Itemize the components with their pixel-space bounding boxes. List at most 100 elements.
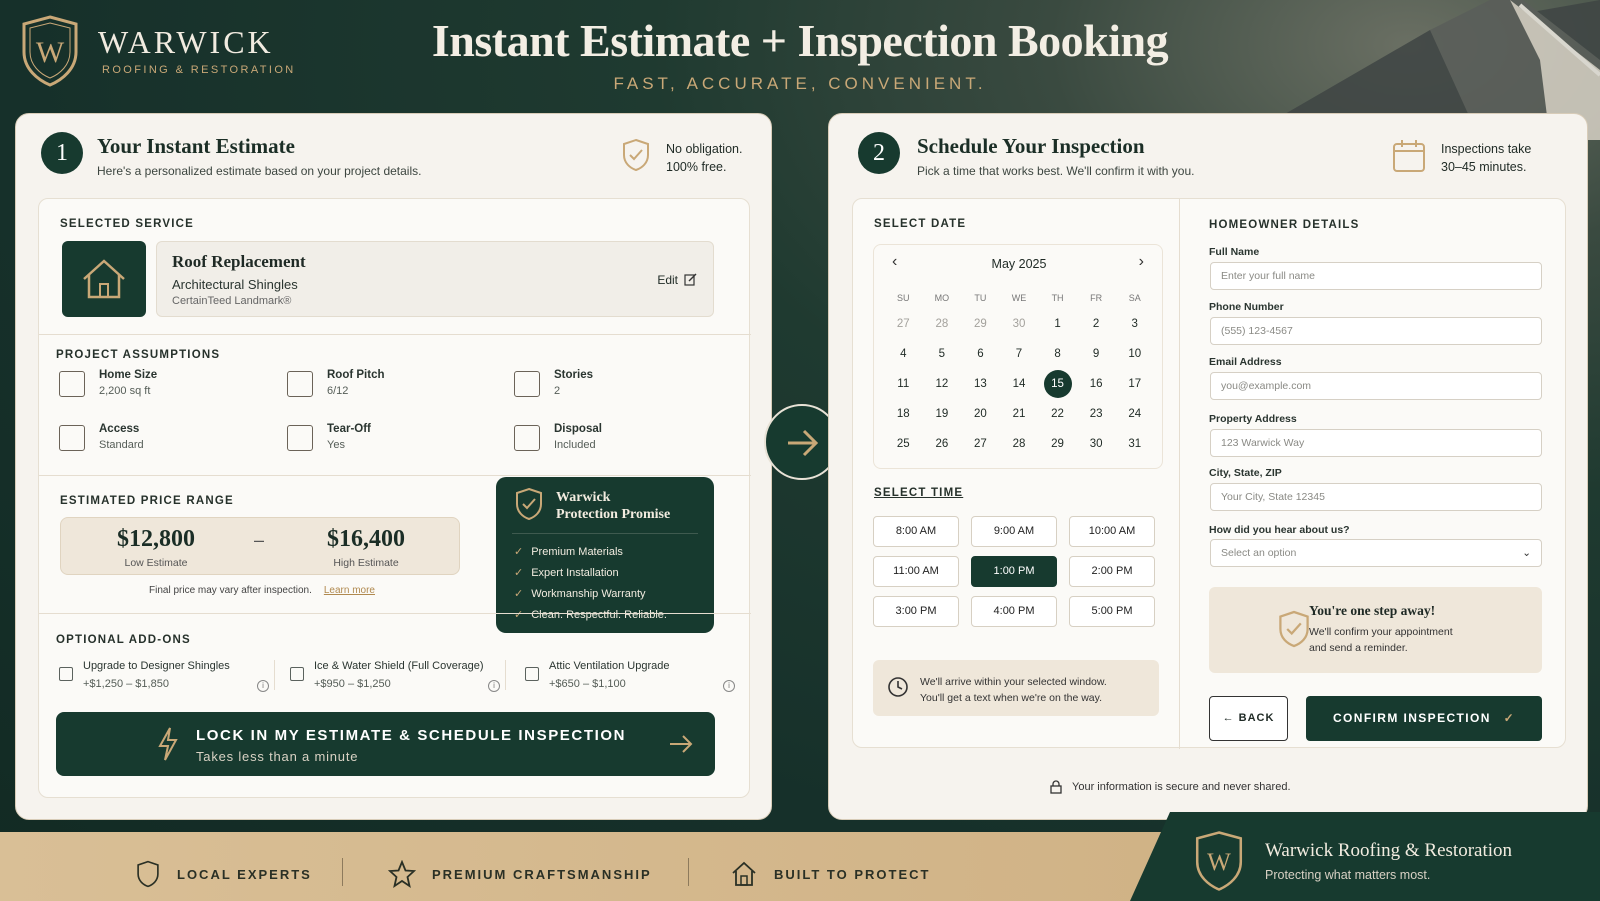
assumption-value: Standard (99, 439, 144, 451)
addon-checkbox[interactable] (290, 667, 304, 681)
time-slot[interactable]: 2:00 PM (1069, 556, 1155, 587)
day-number: 25 (896, 438, 910, 450)
day-number: 30 (1089, 438, 1103, 450)
calendar-day[interactable]: 13 (961, 369, 1000, 399)
edit-label: Edit (657, 273, 678, 287)
day-number: 10 (1128, 348, 1142, 360)
calendar-day[interactable]: 30 (1000, 309, 1039, 339)
day-number: 14 (1012, 378, 1026, 390)
price-range-label: ESTIMATED PRICE RANGE (60, 495, 234, 507)
addon-checkbox[interactable] (525, 667, 539, 681)
form-input[interactable]: 123 Warwick Way (1210, 429, 1542, 457)
form-input[interactable]: (555) 123-4567 (1210, 317, 1542, 345)
learn-more-link[interactable]: Learn more (324, 585, 375, 596)
info-icon[interactable]: i (723, 680, 735, 692)
addon-item[interactable]: Ice & Water Shield (Full Coverage) +$950 … (290, 660, 500, 692)
calendar-day[interactable]: 10 (1115, 339, 1154, 369)
info-icon[interactable]: i (257, 680, 269, 692)
day-number: 1 (1054, 318, 1061, 330)
calendar-day[interactable]: 11 (884, 369, 923, 399)
addon-title: Upgrade to Designer Shingles (83, 660, 230, 672)
confirm-inspection-button[interactable]: CONFIRM INSPECTION ✓ (1306, 696, 1542, 741)
time-slot[interactable]: 4:00 PM (971, 596, 1057, 627)
addon-text: Attic Ventilation Upgrade +$650 – $1,100 (549, 660, 669, 690)
calendar-day[interactable]: 18 (884, 399, 923, 429)
calendar-day[interactable]: 3 (1115, 309, 1154, 339)
addon-item[interactable]: Attic Ventilation Upgrade +$650 – $1,100 i (525, 660, 735, 692)
calendar-day[interactable]: 28 (923, 309, 962, 339)
calendar-day[interactable]: 31 (1115, 429, 1154, 459)
info-icon[interactable]: i (488, 680, 500, 692)
day-number: 23 (1089, 408, 1103, 420)
obligation-line1: No obligation. (666, 142, 743, 156)
calendar-day[interactable]: 9 (1077, 339, 1116, 369)
trust-local-experts: LOCAL EXPERTS (135, 860, 312, 888)
assumption-text: Tear-Off Yes (327, 423, 371, 451)
calendar-day[interactable]: 12 (923, 369, 962, 399)
assumption-value: 2 (554, 385, 561, 397)
time-slot[interactable]: 5:00 PM (1069, 596, 1155, 627)
calendar-day[interactable]: 1 (1038, 309, 1077, 339)
lock-estimate-button[interactable]: LOCK IN MY ESTIMATE & SCHEDULE INSPECTIO… (56, 712, 715, 776)
time-slot[interactable]: 3:00 PM (873, 596, 959, 627)
next-month-button[interactable]: › (1139, 253, 1144, 271)
promise-shield-icon (516, 487, 542, 521)
selected-service-label: SELECTED SERVICE (60, 218, 195, 230)
assumption-name: Home Size (99, 369, 158, 381)
calendar-day[interactable]: 23 (1077, 399, 1116, 429)
form-input[interactable]: Enter your full name (1210, 262, 1542, 290)
addon-checkbox[interactable] (59, 667, 73, 681)
time-slot[interactable]: 11:00 AM (873, 556, 959, 587)
calendar-day[interactable]: 16 (1077, 369, 1116, 399)
calendar-day[interactable]: 24 (1115, 399, 1154, 429)
calendar-day[interactable]: 21 (1000, 399, 1039, 429)
field-label: Phone Number (1209, 301, 1284, 313)
assumption-name: Tear-Off (327, 423, 371, 435)
day-number: 5 (938, 348, 946, 360)
calendar-day[interactable]: 8 (1038, 339, 1077, 369)
promise-title-1: Warwick (556, 490, 611, 505)
day-number: 28 (1012, 438, 1026, 450)
calendar-day[interactable]: 27 (961, 429, 1000, 459)
calendar-day[interactable]: 6 (961, 339, 1000, 369)
promise-item-label: Premium Materials (531, 545, 623, 558)
one-step-line1: We'll confirm your appointment (1309, 626, 1453, 638)
day-number: 20 (974, 408, 987, 420)
calendar-day[interactable]: 20 (961, 399, 1000, 429)
back-button[interactable]: ← BACK (1209, 696, 1288, 741)
estimate-panel: 1 Your Instant Estimate Here's a persona… (15, 113, 772, 820)
calendar-day[interactable]: 2 (1077, 309, 1116, 339)
calendar-day[interactable]: 14 (1000, 369, 1039, 399)
time-slot[interactable]: 9:00 AM (971, 516, 1057, 547)
calendar-day[interactable]: 29 (961, 309, 1000, 339)
service-details[interactable]: Roof Replacement Architectural Shingles … (156, 241, 714, 317)
trust-craftsmanship: PREMIUM CRAFTSMANSHIP (388, 860, 652, 888)
form-input[interactable]: you@example.com (1210, 372, 1542, 400)
calendar-day[interactable]: 25 (884, 429, 923, 459)
time-slot-selected[interactable]: 1:00 PM (971, 556, 1057, 587)
addon-item[interactable]: Upgrade to Designer Shingles +$1,250 – $1… (59, 660, 269, 692)
calendar-day[interactable]: 19 (923, 399, 962, 429)
time-slot[interactable]: 8:00 AM (873, 516, 959, 547)
calendar-day[interactable]: 29 (1038, 429, 1077, 459)
step-number: 2 (858, 132, 900, 174)
calendar-day[interactable]: 30 (1077, 429, 1116, 459)
calendar-day[interactable]: 7 (1000, 339, 1039, 369)
calendar-day[interactable]: 22 (1038, 399, 1077, 429)
footer-tagline: Protecting what matters most. (1265, 868, 1431, 882)
calendar-day-selected[interactable]: 15 (1038, 369, 1077, 399)
calendar-day[interactable]: 26 (923, 429, 962, 459)
promise-item: ✓ Premium Materials (514, 545, 667, 559)
assumption-item: Access Standard (59, 423, 144, 451)
day-number: 6 (977, 348, 984, 360)
edit-service-button[interactable]: Edit (657, 273, 697, 287)
form-input[interactable]: Your City, State 12345 (1210, 483, 1542, 511)
calendar-day[interactable]: 17 (1115, 369, 1154, 399)
calendar-day[interactable]: 28 (1000, 429, 1039, 459)
calendar-day[interactable]: 27 (884, 309, 923, 339)
time-slot[interactable]: 10:00 AM (1069, 516, 1155, 547)
calendar-day[interactable]: 5 (923, 339, 962, 369)
day-number: 17 (1128, 378, 1142, 390)
calendar-day[interactable]: 4 (884, 339, 923, 369)
referral-select[interactable]: Select an option ⌄ (1210, 539, 1542, 567)
